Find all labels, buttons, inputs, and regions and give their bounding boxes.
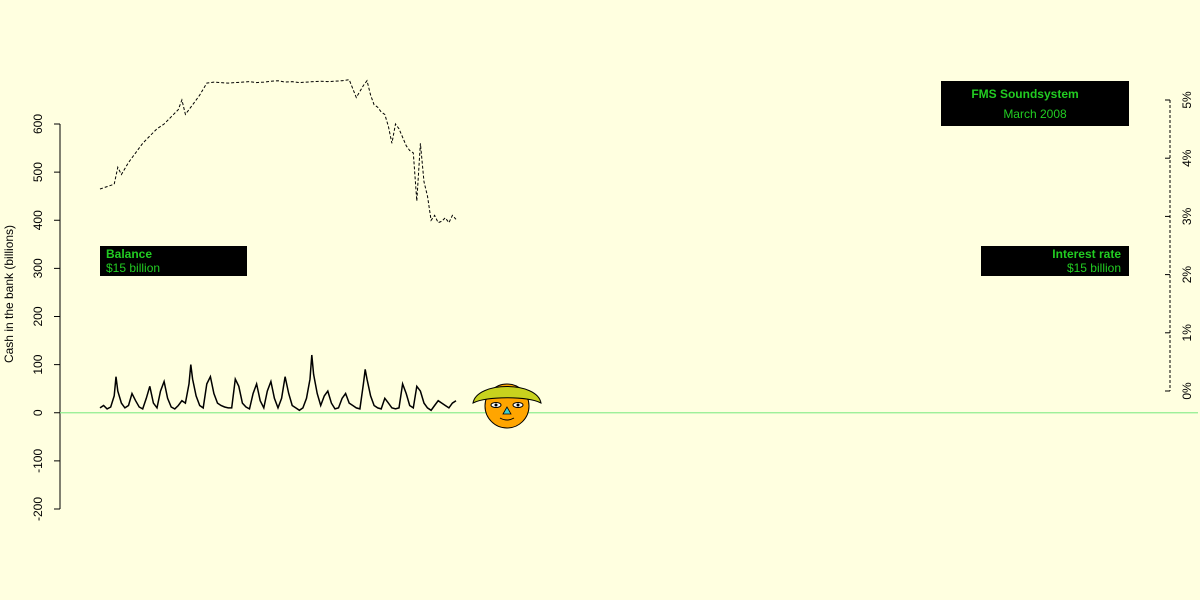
left-axis-tick-label: 600 bbox=[31, 114, 45, 134]
left-axis-ticks: -200 -100 0 100 200 300 400 500 600 bbox=[31, 114, 60, 521]
interest-rate-info-box: Interest rate $15 billion bbox=[981, 246, 1129, 276]
right-axis-tick-label: 3% bbox=[1180, 207, 1194, 225]
balance-info-box: Balance $15 billion bbox=[100, 246, 247, 276]
right-axis-ticks: 0% 1% 2% 3% 4% 5% bbox=[1165, 91, 1194, 400]
left-axis-tick-label: 500 bbox=[31, 162, 45, 182]
balance-title: Balance bbox=[106, 247, 153, 261]
right-axis-tick-label: 1% bbox=[1180, 324, 1194, 342]
balance-value: $15 billion bbox=[106, 261, 161, 275]
right-axis-tick-label: 4% bbox=[1180, 149, 1194, 167]
right-axis-tick-label: 0% bbox=[1180, 382, 1194, 400]
right-axis-tick-label: 2% bbox=[1180, 266, 1194, 284]
left-axis-tick-label: -100 bbox=[31, 449, 45, 473]
left-pupil bbox=[494, 403, 498, 407]
chart-stage: -200 -100 0 100 200 300 400 500 600 Cash in the … bbox=[0, 0, 1200, 600]
smiling-face-with-hat-icon bbox=[472, 383, 542, 429]
right-axis-tick-label: 5% bbox=[1180, 91, 1194, 109]
left-axis-tick-label: 300 bbox=[31, 258, 45, 278]
balance-dashed-series-line bbox=[99, 79, 457, 224]
interest-rate-title: Interest rate bbox=[1052, 247, 1121, 261]
right-pupil bbox=[516, 403, 520, 407]
y-axis-label: Cash in the bank (billions) bbox=[2, 225, 16, 363]
header-title: FMS Soundsystem bbox=[971, 87, 1079, 101]
header-info-box: FMS Soundsystem March 2008 bbox=[941, 81, 1129, 126]
left-axis-tick-label: 100 bbox=[31, 354, 45, 374]
interest-solid-series-line bbox=[99, 354, 457, 412]
left-axis-tick-label: 0 bbox=[31, 409, 45, 416]
left-axis-tick-label: 200 bbox=[31, 306, 45, 326]
left-axis-tick-label: 400 bbox=[31, 210, 45, 230]
header-subtitle: March 2008 bbox=[1003, 107, 1067, 121]
left-axis-tick-label: -200 bbox=[31, 497, 45, 521]
interest-rate-value: $15 billion bbox=[1066, 261, 1121, 275]
